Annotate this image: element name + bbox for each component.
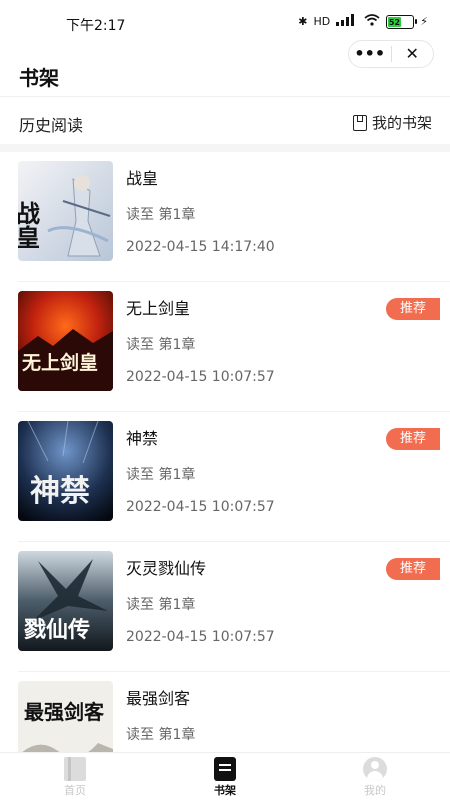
book-list: 战皇 战皇 读至 第1章 2022-04-15 14:17:40 无上剑皇 无上…: [0, 152, 450, 752]
book-cover[interactable]: 戮仙传: [18, 551, 113, 651]
book-title: 最强剑客: [126, 689, 191, 708]
cover-text: 戮仙传: [24, 617, 90, 643]
book-cover[interactable]: 无上剑皇: [18, 291, 113, 391]
bottom-tab-bar: 首页 书架 我的: [0, 752, 450, 800]
my-bookshelf-link[interactable]: 我的书架: [352, 112, 432, 133]
status-icons: ✱ HD 52 ⚡: [298, 14, 428, 30]
book-title: 无上剑皇: [126, 299, 191, 318]
tab-home[interactable]: 首页: [0, 753, 150, 800]
status-time: 下午2:17: [66, 18, 126, 34]
book-item[interactable]: 无上剑皇 无上剑皇 读至 第1章 2022-04-15 10:07:57 推荐: [0, 282, 450, 412]
charging-icon: ⚡: [420, 15, 428, 28]
mini-program-capsule: ••• ✕: [348, 40, 434, 68]
battery-level: 52: [388, 17, 401, 27]
status-bar: 下午2:17 ✱ HD 52 ⚡: [0, 0, 450, 44]
book-progress: 读至 第1章: [126, 207, 196, 223]
cover-text: 神禁: [30, 474, 90, 509]
signal-icon: [336, 14, 358, 30]
history-section-header: 历史阅读 我的书架: [0, 100, 450, 144]
tab-label: 我的: [364, 784, 386, 797]
book-progress: 读至 第1章: [126, 597, 196, 613]
book-last-read-time: 2022-04-15 10:07:57: [126, 629, 275, 645]
header-divider: [0, 96, 450, 97]
book-item[interactable]: 战皇 战皇 读至 第1章 2022-04-15 14:17:40: [0, 152, 450, 282]
book-cover[interactable]: 最强剑客: [18, 681, 113, 752]
book-title: 灭灵戮仙传: [126, 559, 207, 578]
tab-label: 首页: [64, 784, 86, 797]
cover-text: 最强剑客: [24, 700, 105, 724]
bookshelf-icon: [214, 757, 236, 781]
book-cover[interactable]: 战皇: [18, 161, 113, 261]
book-item[interactable]: 戮仙传 灭灵戮仙传 读至 第1章 2022-04-15 10:07:57 推荐: [0, 542, 450, 672]
book-last-read-time: 2022-04-15 14:17:40: [126, 239, 275, 255]
book-title: 神禁: [126, 429, 159, 448]
history-reading-title: 历史阅读: [19, 116, 84, 135]
book-progress: 读至 第1章: [126, 467, 196, 483]
close-button[interactable]: ✕: [392, 41, 434, 67]
book-item[interactable]: 神禁 神禁 读至 第1章 2022-04-15 10:07:57 推荐: [0, 412, 450, 542]
bluetooth-icon: ✱: [298, 15, 308, 28]
network-type-label: HD: [313, 15, 331, 28]
recommend-badge: 推荐: [386, 298, 440, 320]
tab-bookshelf[interactable]: 书架: [150, 753, 300, 800]
cover-text: 无上剑皇: [22, 351, 98, 374]
my-bookshelf-label: 我的书架: [371, 114, 432, 132]
recommend-badge: 推荐: [386, 428, 440, 450]
more-options-button[interactable]: •••: [349, 41, 391, 67]
wifi-icon: [364, 14, 380, 30]
cover-text: 战皇: [18, 201, 41, 249]
user-icon: [363, 757, 387, 781]
book-last-read-time: 2022-04-15 10:07:57: [126, 369, 275, 385]
book-last-read-time: 2022-04-15 10:07:57: [126, 499, 275, 515]
book-item[interactable]: 最强剑客 最强剑客 读至 第1章: [0, 672, 450, 752]
home-icon: [64, 757, 86, 781]
section-divider: [0, 144, 450, 152]
recommend-badge: 推荐: [386, 558, 440, 580]
battery-icon: 52: [386, 15, 418, 29]
bookmark-icon: [352, 114, 367, 131]
tab-profile[interactable]: 我的: [300, 753, 450, 800]
book-progress: 读至 第1章: [126, 337, 196, 353]
page-title: 书架: [19, 66, 59, 90]
book-title: 战皇: [126, 169, 159, 188]
book-cover[interactable]: 神禁: [18, 421, 113, 521]
tab-label: 书架: [214, 784, 236, 797]
book-progress: 读至 第1章: [126, 727, 196, 743]
